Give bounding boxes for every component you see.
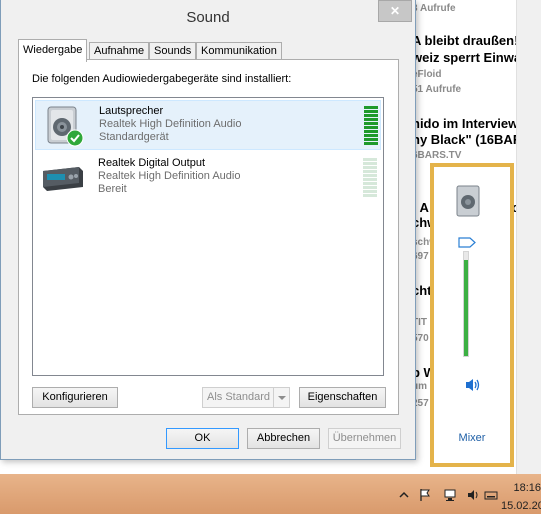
level-meter	[363, 158, 377, 198]
level-meter-segment	[363, 190, 377, 193]
keyboard-icon[interactable]	[484, 488, 498, 502]
level-meter-segment	[364, 118, 378, 121]
clock-time: 18:16	[513, 482, 541, 494]
level-meter-segment	[364, 134, 378, 137]
device-driver: Realtek High Definition Audio	[99, 118, 242, 130]
chevron-down-icon[interactable]	[273, 388, 289, 407]
properties-button[interactable]: Eigenschaften	[299, 387, 386, 408]
level-meter-segment	[364, 110, 378, 113]
ok-button[interactable]: OK	[166, 428, 239, 449]
volume-slider-track[interactable]	[463, 251, 469, 357]
chevron-up-icon[interactable]	[397, 488, 411, 502]
device-speaker-icon[interactable]	[456, 185, 480, 217]
tray-clock[interactable]: 18:16 15.02.20	[501, 481, 541, 513]
level-meter-segment	[364, 142, 378, 145]
level-meter-segment	[363, 174, 377, 177]
close-button[interactable]: ✕	[378, 0, 412, 22]
device-status: Bereit	[98, 183, 127, 195]
close-icon: ✕	[389, 4, 401, 18]
video-meta-fragment: eFloid	[412, 69, 442, 80]
speaker-volume-icon[interactable]	[464, 377, 482, 393]
mixer-link[interactable]: Mixer	[434, 432, 510, 444]
cancel-button[interactable]: Abbrechen	[247, 428, 320, 449]
video-meta-fragment: 51 Aufrufe	[412, 84, 462, 95]
volume-flyout: Mixer	[430, 163, 514, 467]
clock-date: 15.02.20	[501, 500, 541, 512]
video-meta-fragment: 3 Aufrufe	[412, 3, 456, 14]
tab-aufnahme[interactable]: Aufnahme	[89, 42, 150, 60]
level-meter-segment	[364, 138, 378, 141]
level-meter-segment	[364, 106, 378, 109]
device-row-digital-output[interactable]: Realtek Digital Output Realtek High Defi…	[35, 153, 381, 203]
volume-slider-thumb[interactable]	[458, 237, 476, 248]
set-default-button[interactable]: Als Standard	[202, 387, 290, 408]
level-meter	[364, 106, 378, 146]
level-meter-segment	[364, 122, 378, 125]
tab-sounds[interactable]: Sounds	[149, 42, 197, 60]
level-meter-segment	[364, 114, 378, 117]
network-icon[interactable]	[443, 488, 457, 502]
apply-button[interactable]: Übernehmen	[328, 428, 401, 449]
playback-panel: Die folgenden Audiowiedergabegeräte sind…	[18, 59, 399, 415]
tab-wiedergabe[interactable]: Wiedergabe	[18, 39, 88, 62]
default-check-icon	[66, 129, 84, 147]
video-meta-fragment: 6BARS.TV	[412, 150, 462, 161]
dialog-titlebar[interactable]: Sound ✕	[1, 0, 415, 32]
level-meter-segment	[364, 126, 378, 129]
level-meter-segment	[363, 170, 377, 173]
device-driver: Realtek High Definition Audio	[98, 170, 241, 182]
taskbar	[0, 474, 541, 514]
level-meter-segment	[363, 186, 377, 189]
level-meter-segment	[363, 158, 377, 161]
level-meter-segment	[363, 178, 377, 181]
level-meter-segment	[363, 182, 377, 185]
video-title-fragment[interactable]: A bleibt draußen!! /	[412, 33, 530, 48]
dialog-title: Sound	[186, 9, 230, 26]
configure-button[interactable]: Konfigurieren	[32, 387, 118, 408]
device-row-lautsprecher[interactable]: Lautsprecher Realtek High Definition Aud…	[35, 100, 381, 150]
panel-intro-text: Die folgenden Audiowiedergabegeräte sind…	[32, 73, 292, 85]
device-name: Lautsprecher	[99, 105, 164, 117]
digital-output-icon	[39, 159, 85, 199]
device-status: Standardgerät	[99, 131, 169, 143]
sound-dialog: Sound ✕ Wiedergabe Aufnahme Sounds Kommu…	[0, 0, 416, 460]
level-meter-segment	[363, 194, 377, 197]
flag-icon[interactable]	[418, 488, 432, 502]
device-list: Lautsprecher Realtek High Definition Aud…	[32, 97, 384, 376]
volume-slider-fill	[464, 260, 468, 356]
level-meter-segment	[363, 166, 377, 169]
level-meter-segment	[364, 130, 378, 133]
device-name: Realtek Digital Output	[98, 157, 205, 169]
set-default-label: Als Standard	[207, 391, 270, 403]
page-scrollbar[interactable]	[516, 0, 541, 474]
volume-icon[interactable]	[466, 488, 480, 502]
tab-kommunikation[interactable]: Kommunikation	[196, 42, 282, 60]
level-meter-segment	[363, 162, 377, 165]
